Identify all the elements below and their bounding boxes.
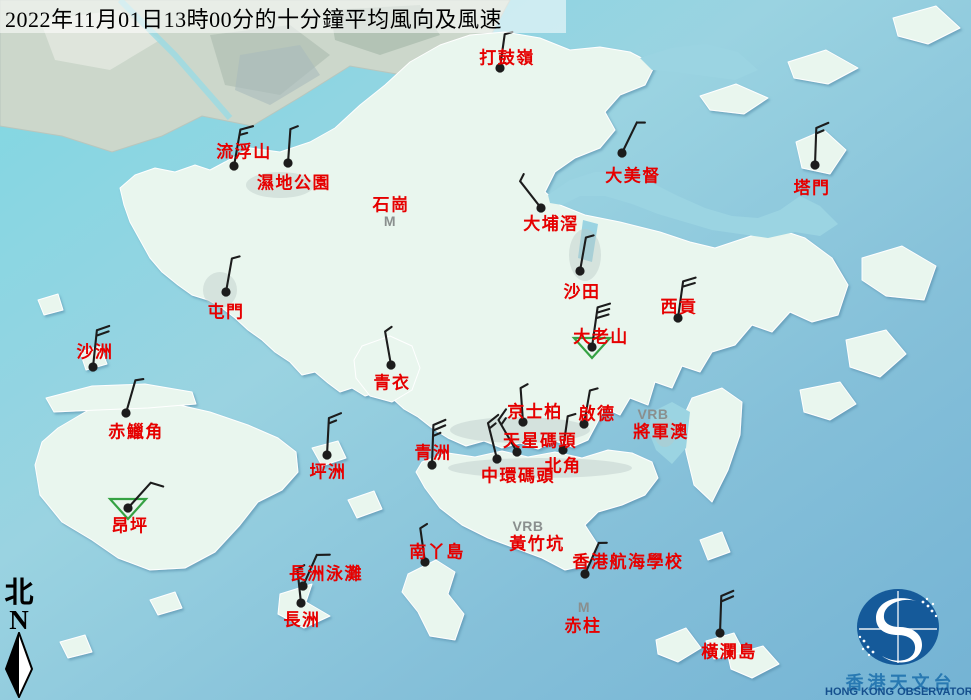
station-label: 青洲 <box>415 439 452 464</box>
wind-barb <box>128 483 163 508</box>
station-label: 青衣 <box>374 369 411 394</box>
north-hanzi-label: 北 <box>2 578 36 608</box>
wind-barb <box>580 235 594 271</box>
station-label: 赤柱 <box>565 612 602 637</box>
wind-barb <box>327 413 341 455</box>
wind-barb <box>720 591 733 633</box>
wind-markers-layer <box>0 0 971 700</box>
north-letter-label: N <box>2 608 36 632</box>
station-dot <box>810 160 819 169</box>
station-dot <box>221 287 230 296</box>
station-label: 京士柏 <box>507 398 563 423</box>
station-dot <box>575 266 584 275</box>
station-label: 南丫島 <box>409 538 465 563</box>
station-label: 大埔滘 <box>523 210 579 235</box>
wind-barb <box>622 122 645 153</box>
station-label: 坪洲 <box>310 458 347 483</box>
station-label: 北角 <box>545 452 582 477</box>
station-label: 長洲 <box>284 606 321 631</box>
station-label: 濕地公園 <box>257 169 331 194</box>
station-label: 昂坪 <box>112 512 149 537</box>
station-label: 黃竹坑 <box>509 530 565 555</box>
station-label: 將軍澳 <box>633 418 689 443</box>
station-dot <box>715 628 724 637</box>
wind-map-page: 2022年11月01日13時00分的十分鐘平均風向及風速 打鼓嶺流浮山濕地公園M… <box>0 0 971 700</box>
wind-barb <box>126 379 143 413</box>
station-dot <box>88 362 97 371</box>
station-label: 沙田 <box>564 278 601 303</box>
station-label: 長洲泳灘 <box>289 560 363 585</box>
station-dot <box>121 408 130 417</box>
north-compass: 北 N <box>2 578 36 698</box>
station-label: 沙洲 <box>77 338 114 363</box>
wind-barb <box>520 174 541 208</box>
station-label: 天星碼頭 <box>503 427 577 452</box>
station-label: 橫瀾島 <box>701 638 757 663</box>
station-label: 石崗 <box>373 191 410 216</box>
station-label: 西貢 <box>661 293 698 318</box>
wind-barb <box>226 256 240 292</box>
station-dot <box>229 161 238 170</box>
wind-barb <box>288 126 298 163</box>
station-label: 香港航海學校 <box>573 548 684 573</box>
station-label: 大老山 <box>573 323 629 348</box>
station-label: 屯門 <box>208 298 245 323</box>
station-label: 大美督 <box>605 162 661 187</box>
north-arrow-icon <box>4 632 34 698</box>
hko-logo: 香港天文台 HONG KONG OBSERVATORY <box>828 585 971 674</box>
station-label: 赤鱲角 <box>108 418 164 443</box>
wind-barb <box>488 415 498 459</box>
hko-name-english: HONG KONG OBSERVATORY <box>825 686 971 698</box>
station-dot <box>617 148 626 157</box>
station-label: 打鼓嶺 <box>479 44 535 69</box>
hko-logo-icon <box>828 585 971 669</box>
map-title: 2022年11月01日13時00分的十分鐘平均風向及風速 <box>5 2 502 34</box>
station-label: 流浮山 <box>216 138 272 163</box>
station-label: 塔門 <box>794 174 831 199</box>
wind-barb <box>385 327 392 365</box>
station-dot <box>283 158 292 167</box>
wind-barb <box>815 123 828 165</box>
station-label: 啟德 <box>579 400 616 425</box>
